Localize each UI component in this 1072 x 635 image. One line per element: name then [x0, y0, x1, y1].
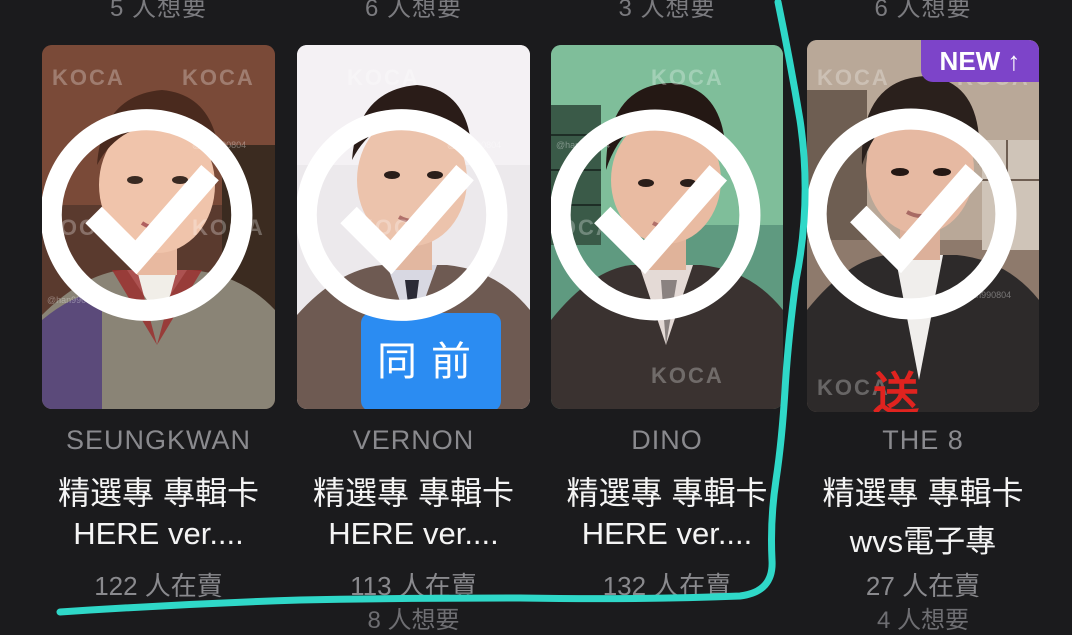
want-count-top: 5 人想要: [109, 0, 207, 22]
selling-count: 122 人在賣: [94, 571, 223, 601]
want-count-bottom: 8 人想要: [367, 607, 460, 634]
want-count-bottom: 4 人想要: [876, 607, 969, 634]
photocard-image[interactable]: KOCA KOCA KOCA KOCA @han990804 @han99080…: [42, 45, 275, 409]
member-name: SEUNGKWAN: [65, 425, 251, 455]
photocard-image[interactable]: KOCA KOCA @han990804 同前: [297, 45, 530, 409]
member-name: THE 8: [882, 425, 964, 455]
selling-count: 27 人在賣: [865, 571, 981, 601]
member-name: DINO: [631, 425, 703, 455]
card-version: HERE ver....: [581, 516, 753, 551]
selling-count: 113 人在賣: [350, 571, 477, 601]
photocard-image[interactable]: KOCA KOCA KOCA @han990804: [551, 45, 783, 409]
check-circle-icon[interactable]: [297, 45, 518, 397]
card-category: 精選專 專輯卡: [822, 475, 1024, 511]
check-circle-icon[interactable]: [42, 45, 263, 397]
selling-count: 132 人在賣: [602, 571, 732, 601]
photocard-item-dino[interactable]: 3 人想要 KOCA KOCA KOCA @: [551, 0, 783, 617]
card-version: wvs電子專: [849, 524, 997, 559]
check-circle-icon[interactable]: [807, 40, 1027, 400]
photocard-grid: 5 人想要 KOCA KOCA KOCA KOCA @han990804 @ha…: [0, 0, 1072, 634]
want-count-top: 6 人想要: [364, 0, 462, 22]
photocard-item-vernon[interactable]: 6 人想要 KOCA KOCA @han990804 同前 VERNON 精選專…: [297, 0, 530, 634]
card-category: 精選專 專輯卡: [58, 475, 259, 511]
want-count-top: 3 人想要: [618, 0, 716, 22]
card-version: HERE ver....: [73, 516, 244, 551]
photocard-image[interactable]: KOCA KOCA KOCA @han990804 NEW ↑ 送: [807, 40, 1039, 412]
photocard-item-seungkwan[interactable]: 5 人想要 KOCA KOCA KOCA KOCA @han990804 @ha…: [42, 0, 275, 617]
want-count-top: 6 人想要: [874, 0, 972, 22]
card-category: 精選專 專輯卡: [566, 475, 768, 511]
photocard-item-the8[interactable]: 6 人想要 KOCA KOCA KOCA @han990804: [807, 0, 1039, 634]
card-version: HERE ver....: [328, 516, 499, 551]
member-name: VERNON: [352, 425, 475, 455]
card-category: 精選專 專輯卡: [313, 475, 514, 511]
check-circle-icon[interactable]: [551, 45, 771, 397]
